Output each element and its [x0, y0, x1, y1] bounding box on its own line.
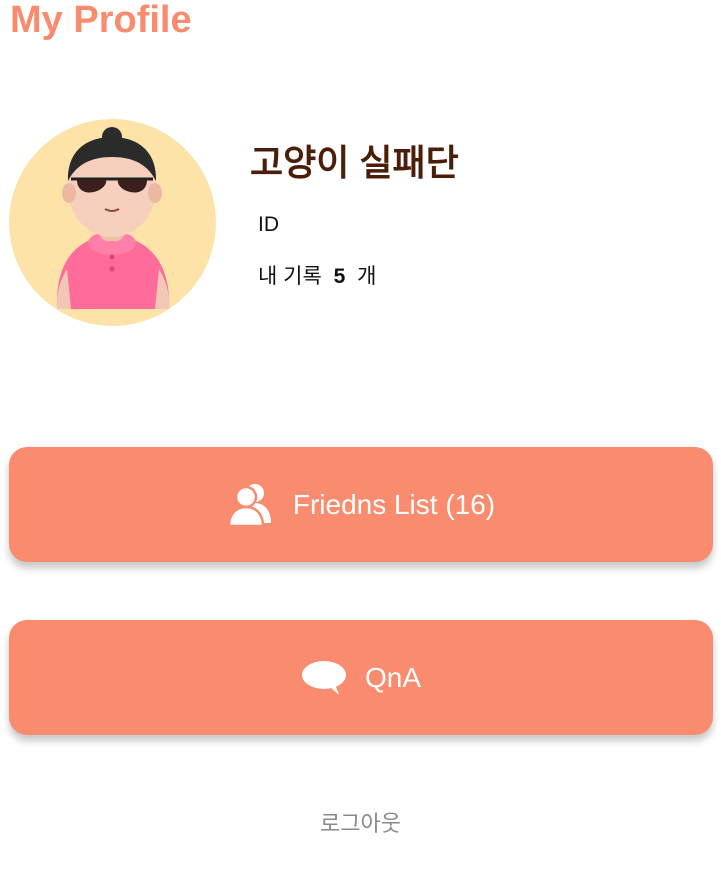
qna-button[interactable]: QnA [9, 620, 713, 735]
friends-list-button[interactable]: Friedns List (16) [9, 447, 713, 562]
logout-link[interactable]: 로그아웃 [0, 810, 721, 838]
qna-label: QnA [364, 661, 422, 693]
chat-bubble-icon [301, 660, 347, 696]
avatar-illustration [9, 119, 216, 326]
friends-list-label: Friedns List (16) [292, 488, 496, 520]
profile-name: 고양이 실패단 [250, 142, 459, 183]
record-summary: 내 기록 5 개 [258, 264, 377, 290]
record-count: 5 [333, 265, 346, 288]
page-title: My Profile [10, 0, 192, 41]
users-icon [227, 483, 275, 527]
avatar [9, 119, 216, 326]
record-suffix: 개 [357, 265, 377, 288]
profile-id-label: ID [258, 213, 279, 236]
record-prefix: 내 기록 [258, 265, 322, 288]
profile-page: My Profile 고양이 실패단 ID 내 기록 5 개 Friedns L… [0, 0, 721, 874]
